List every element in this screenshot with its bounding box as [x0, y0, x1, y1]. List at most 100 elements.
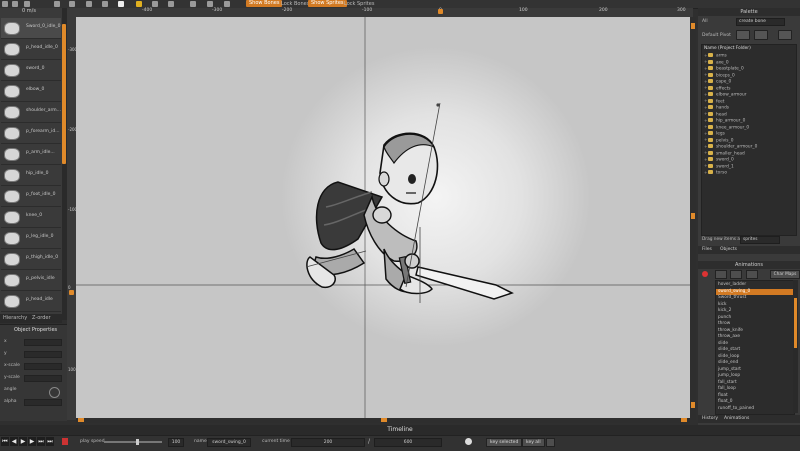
folder-row[interactable]: + cape_0 — [704, 79, 794, 85]
timeline-options-icon[interactable] — [546, 438, 555, 447]
pivot-icon[interactable] — [168, 1, 174, 7]
record-toggle[interactable] — [62, 438, 68, 445]
sprite-item[interactable]: p_forearm_id... — [1, 123, 61, 144]
sprite-item[interactable]: p_leg_idle_0 — [1, 228, 61, 249]
editor-canvas[interactable] — [76, 17, 690, 420]
duplicate-button[interactable] — [754, 30, 768, 40]
sprite-item[interactable]: sword_0 — [1, 60, 61, 81]
canvas-horizontal-scrollbar[interactable] — [76, 418, 690, 423]
animation-item[interactable]: float — [718, 393, 728, 399]
folder-row[interactable]: + beastplate_0 — [704, 66, 794, 72]
lock-sprites-toggle[interactable]: Lock Sprites — [344, 0, 374, 8]
step-back-icon[interactable]: ◀ — [10, 437, 18, 446]
loop-icon[interactable]: ⏭ — [46, 437, 54, 446]
animation-item[interactable]: slide_start — [718, 347, 740, 353]
refresh-button[interactable] — [778, 30, 792, 40]
play-speed-slider[interactable] — [104, 439, 162, 445]
property-field[interactable] — [24, 399, 62, 406]
redo-icon[interactable] — [69, 1, 75, 7]
record-icon[interactable] — [702, 271, 708, 277]
sprite-item[interactable]: p_head_idle_0 — [1, 39, 61, 60]
animation-item[interactable]: jump_start — [718, 367, 741, 373]
animations-list[interactable]: hover_ladder sword_swing_0 Sword_thrust kic… — [715, 280, 795, 415]
current-time-input[interactable]: 200 — [291, 438, 365, 447]
sprite-item[interactable]: p_arm_idle... — [1, 144, 61, 165]
animation-item[interactable]: slide_end — [718, 360, 738, 366]
animation-item[interactable]: throw_knife — [718, 328, 743, 334]
yellow-box-icon[interactable] — [136, 1, 142, 7]
animation-item[interactable]: float_0 — [718, 399, 733, 405]
folder-row[interactable]: + effects — [704, 85, 794, 92]
skip-to-start-icon[interactable]: ⏮ — [1, 437, 9, 446]
save-icon[interactable] — [24, 1, 30, 7]
play-speed-input[interactable]: 100 — [168, 438, 184, 447]
folder-row[interactable]: + head — [704, 111, 794, 118]
key-all-button[interactable]: key all — [522, 438, 545, 447]
folder-row[interactable]: + sword_1 — [704, 163, 794, 170]
sprite-item[interactable]: hip_idle_0 — [1, 165, 61, 186]
animation-item[interactable]: fall_start — [718, 380, 737, 386]
sprite-item[interactable]: p_head_idle — [1, 291, 61, 312]
angle-dial[interactable] — [49, 387, 60, 398]
animation-item[interactable]: kick — [718, 302, 727, 308]
lock-bones-toggle[interactable]: Lock Bones — [281, 0, 309, 8]
white-box-icon[interactable] — [118, 1, 124, 7]
animation-item[interactable]: runoff_to_pained — [718, 406, 754, 412]
property-field[interactable] — [24, 375, 62, 382]
open-file-icon[interactable] — [12, 1, 18, 7]
folder-button[interactable] — [736, 30, 750, 40]
new-animation-button[interactable] — [715, 270, 727, 279]
sprite-item[interactable]: elbow_0 — [1, 81, 61, 102]
skip-to-end-icon[interactable]: ⏭ — [37, 437, 45, 446]
folder-row[interactable]: + feet — [704, 98, 794, 105]
tab-objects[interactable]: Objects — [720, 247, 737, 252]
animation-length-input[interactable]: 600 — [374, 438, 442, 447]
project-file-tree[interactable]: Name (Project Folder) + arms + axe_0 + beastp… — [701, 44, 797, 236]
rotate-icon[interactable] — [207, 1, 213, 7]
animation-item[interactable]: kick_2 — [718, 308, 731, 314]
animation-item[interactable]: Sword_thrust — [718, 295, 746, 301]
tab-animations[interactable]: Animations — [724, 416, 749, 421]
step-forward-icon[interactable]: ▶ — [28, 437, 36, 446]
animation-item[interactable]: hover_ladder — [718, 282, 746, 288]
create-bone-input[interactable]: create bone — [736, 18, 785, 26]
grid-icon[interactable] — [152, 1, 158, 7]
sprite-item[interactable]: p_pelvis_idle — [1, 270, 61, 291]
animations-scroll-thumb[interactable] — [794, 298, 797, 348]
char-maps-button[interactable]: Char Maps — [770, 270, 800, 279]
show-bones-button[interactable]: Show Bones — [246, 0, 283, 7]
tab-history[interactable]: History — [702, 416, 718, 421]
animation-item[interactable]: slide — [718, 341, 728, 347]
delete-animation-button[interactable] — [746, 270, 758, 279]
keyframe-icon[interactable] — [465, 438, 472, 445]
sprite-item[interactable]: Sword_0_idle_0 — [1, 18, 61, 39]
ear[interactable] — [378, 171, 390, 187]
palette-scroll-thumb[interactable] — [62, 24, 66, 164]
property-field[interactable] — [24, 339, 62, 346]
scale-icon[interactable] — [224, 1, 230, 7]
folder-row[interactable]: + torso — [704, 170, 794, 176]
bone-icon[interactable] — [190, 1, 196, 7]
key-selected-button[interactable]: key selected — [486, 438, 523, 447]
property-field[interactable] — [24, 351, 62, 358]
folder-row[interactable]: + biceps_0 — [704, 72, 794, 79]
sprite-item[interactable]: shoulder_arm... — [1, 102, 61, 123]
folder-row[interactable]: + axe_0 — [704, 59, 794, 66]
tab-hierarchy[interactable]: Hierarchy — [3, 315, 27, 321]
animation-item[interactable]: punch — [718, 315, 731, 321]
sprite-item[interactable]: knee_0 — [1, 207, 61, 228]
sprite-item[interactable]: p_foot_idle_0 — [1, 186, 61, 207]
folder-row[interactable]: + smaller_head — [704, 150, 794, 157]
copy-icon[interactable] — [86, 1, 92, 7]
new-file-icon[interactable] — [2, 1, 8, 7]
drag-mode-select[interactable]: sprites — [740, 236, 780, 244]
play-icon[interactable]: ▶ — [19, 437, 27, 446]
folder-row[interactable]: + elbow_armour — [704, 92, 794, 98]
folder-row[interactable]: + knee_armour_0 — [704, 124, 794, 131]
animation-item[interactable]: fall_loop — [718, 386, 736, 392]
animation-name-input[interactable]: sword_swing_0 — [207, 438, 251, 447]
animation-item[interactable]: slide_loop — [718, 354, 739, 360]
animation-item[interactable]: throw — [718, 321, 730, 327]
duplicate-animation-button[interactable] — [730, 270, 742, 279]
folder-row[interactable]: + legs — [704, 131, 794, 137]
